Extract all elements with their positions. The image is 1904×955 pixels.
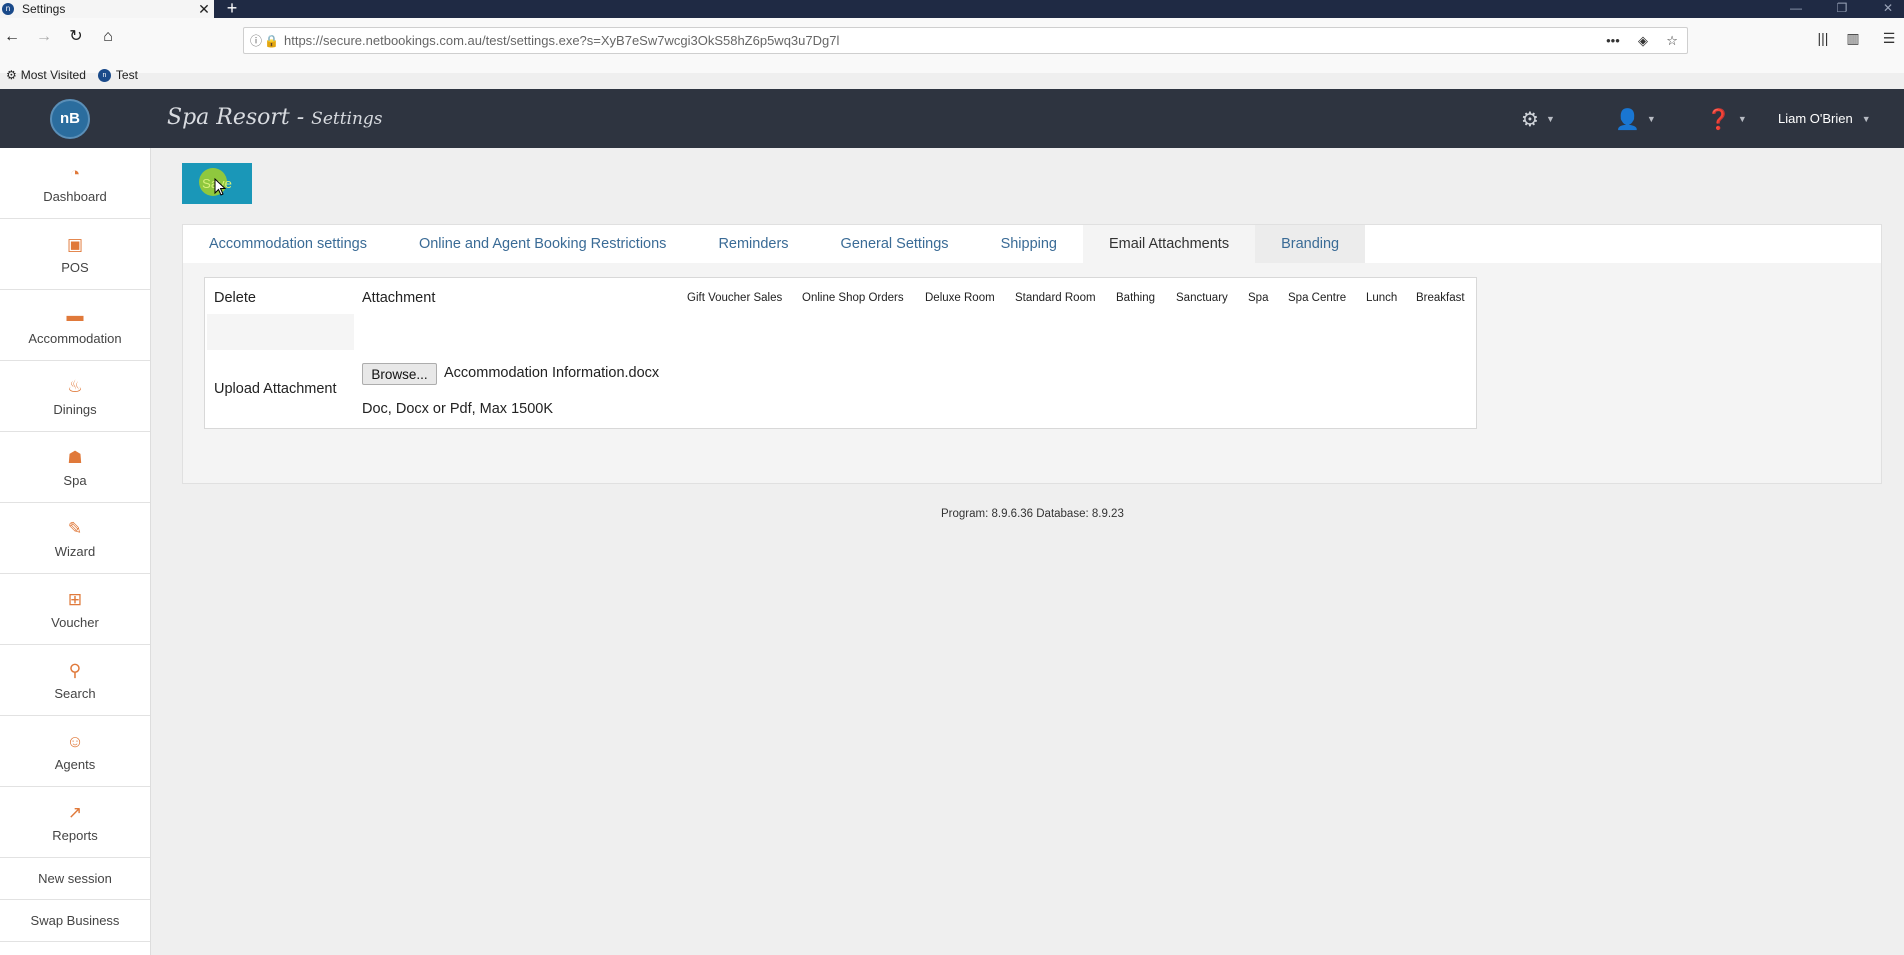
gift-icon: ⊞ <box>67 589 83 609</box>
chart-icon: ↗ <box>67 802 83 822</box>
chevron-down-icon: ▼ <box>1646 114 1656 124</box>
column-header-category: Lunch <box>1366 292 1398 304</box>
forward-arrow-icon[interactable]: → <box>32 25 56 49</box>
magic-wand-icon: ✎ <box>67 518 83 538</box>
chevron-down-icon: ▼ <box>1861 113 1871 124</box>
tab-reminders[interactable]: Reminders <box>692 225 814 263</box>
reload-icon[interactable]: ↻ <box>64 25 88 49</box>
chevron-down-icon: ▼ <box>1737 114 1747 124</box>
sidebar-item-voucher[interactable]: ⊞ Voucher <box>0 574 150 645</box>
browser-tab[interactable]: n Settings ✕ <box>0 0 214 18</box>
sidebar-item-accommodation[interactable]: ▬ Accommodation <box>0 290 150 361</box>
column-header-category: Breakfast <box>1416 292 1465 304</box>
column-header-category: Sanctuary <box>1176 292 1228 304</box>
bookmark-star-icon[interactable]: ☆ <box>1666 33 1678 49</box>
help-menu[interactable]: ❓ ▼ <box>1706 107 1747 131</box>
column-header-attachment: Attachment <box>362 290 436 306</box>
pos-terminal-icon: ▣ <box>66 234 84 254</box>
gauge-icon: ◔ <box>69 163 81 183</box>
settings-gear-icon: ⚙ <box>1521 108 1539 131</box>
app-header: nB Spa Resort - Settings ⚙ ▼ 👤 ▼ ❓ ▼ Liam O… <box>0 89 1904 148</box>
bed-icon: ▬ <box>66 305 84 325</box>
tab-accommodation-settings[interactable]: Accommodation settings <box>183 225 393 263</box>
column-header-category: Standard Room <box>1015 292 1096 304</box>
sidebar-item-reports[interactable]: ↗ Reports <box>0 787 150 858</box>
restore-window-icon[interactable]: ❐ <box>1819 0 1865 18</box>
spa-massage-icon: ☗ <box>67 447 83 467</box>
home-icon[interactable]: ⌂ <box>96 25 120 49</box>
bookmark-most-visited[interactable]: ⚙ Most Visited <box>6 68 86 82</box>
browser-navbar: ← → ↻ ⌂ ⓘ🔒 https://secure.netbookings.co… <box>0 18 1904 82</box>
column-header-category: Bathing <box>1116 292 1156 304</box>
browse-button[interactable]: Browse... <box>362 363 437 385</box>
settings-menu[interactable]: ⚙ ▼ <box>1521 107 1555 131</box>
sidebar: ◔ Dashboard ▣ POS ▬ Accommodation ♨ Dini… <box>0 148 151 955</box>
bookmarks-toolbar: ⚙ Most Visited n Test <box>0 65 144 85</box>
column-header-category: Spa Centre <box>1288 292 1347 304</box>
page-actions-icon[interactable]: ••• <box>1606 33 1620 49</box>
library-icon[interactable]: ||| <box>1810 26 1836 50</box>
column-header-category: Deluxe Room <box>925 292 995 304</box>
tab-title: Settings <box>22 2 66 16</box>
netbookings-favicon: n <box>2 3 14 15</box>
tab-email-attachments[interactable]: Email Attachments <box>1083 225 1256 263</box>
tab-shipping[interactable]: Shipping <box>975 225 1083 263</box>
netbookings-logo[interactable]: nB <box>50 99 90 139</box>
column-header-category: Online Shop Orders <box>802 292 904 304</box>
settings-tabs: Accommodation settings Online and Agent … <box>183 225 1881 263</box>
new-session-link[interactable]: New session <box>0 858 150 900</box>
page-title: Spa Resort - Settings <box>167 105 383 130</box>
menu-hamburger-icon[interactable]: ☰ <box>1876 26 1902 50</box>
sidebar-item-wizard[interactable]: ✎ Wizard <box>0 503 150 574</box>
column-header-delete: Delete <box>214 290 256 306</box>
agent-icon: ☺ <box>66 731 84 751</box>
sidebar-item-spa[interactable]: ☗ Spa <box>0 432 150 503</box>
back-arrow-icon[interactable]: ← <box>0 25 24 49</box>
selected-file-name: Accommodation Information.docx <box>444 365 660 381</box>
minimize-window-icon[interactable]: — <box>1773 0 1819 18</box>
sidebar-item-search[interactable]: ⚲ Search <box>0 645 150 716</box>
browser-titlebar: n Settings ✕ + — ❐ ✕ <box>0 0 1904 18</box>
pocket-icon[interactable]: ◈ <box>1638 33 1648 49</box>
column-header-category: Gift Voucher Sales <box>687 292 783 304</box>
user-tools-menu[interactable]: 👤 ▼ <box>1615 107 1656 131</box>
sidebar-item-pos[interactable]: ▣ POS <box>0 219 150 290</box>
bookmark-test[interactable]: n Test <box>97 68 138 82</box>
help-icon: ❓ <box>1706 108 1731 131</box>
empty-row-cell <box>207 314 354 350</box>
tab-branding[interactable]: Branding <box>1255 225 1366 263</box>
new-tab-button[interactable]: + <box>222 0 242 18</box>
gear-icon: ⚙ <box>6 68 17 82</box>
close-window-icon[interactable]: ✕ <box>1865 0 1904 18</box>
search-icon: ⚲ <box>68 660 82 680</box>
mouse-cursor-icon <box>214 178 227 196</box>
sidebar-item-agents[interactable]: ☺ Agents <box>0 716 150 787</box>
sidebar-item-dashboard[interactable]: ◔ Dashboard <box>0 148 150 219</box>
swap-business-link[interactable]: Swap Business <box>0 900 150 942</box>
file-type-hint: Doc, Docx or Pdf, Max 1500K <box>362 401 553 417</box>
version-info: Program: 8.9.6.36 Database: 8.9.23 <box>941 508 1124 520</box>
user-name: Liam O'Brien <box>1778 111 1853 126</box>
chevron-down-icon: ▼ <box>1545 114 1555 124</box>
sidebar-toggle-icon[interactable]: ▥ <box>1840 26 1866 50</box>
site-info-lock-icon[interactable]: ⓘ🔒 <box>244 32 284 49</box>
attachments-table: Delete Attachment Gift Voucher Sales Onl… <box>204 277 1477 429</box>
dining-icon: ♨ <box>67 376 83 396</box>
settings-panel: Accommodation settings Online and Agent … <box>182 224 1882 484</box>
close-tab-icon[interactable]: ✕ <box>194 1 214 18</box>
url-bar[interactable]: ⓘ🔒 https://secure.netbookings.com.au/tes… <box>243 27 1688 54</box>
sidebar-item-dinings[interactable]: ♨ Dinings <box>0 361 150 432</box>
column-header-category: Spa <box>1248 292 1269 304</box>
tab-online-agent-booking-restrictions[interactable]: Online and Agent Booking Restrictions <box>393 225 692 263</box>
url-text[interactable]: https://secure.netbookings.com.au/test/s… <box>284 33 1597 48</box>
upload-attachment-label: Upload Attachment <box>214 381 337 397</box>
tab-general-settings[interactable]: General Settings <box>815 225 975 263</box>
user-ninja-icon: 👤 <box>1615 108 1640 131</box>
netbookings-favicon: n <box>97 68 111 82</box>
user-menu[interactable]: Liam O'Brien ▼ <box>1778 111 1871 126</box>
